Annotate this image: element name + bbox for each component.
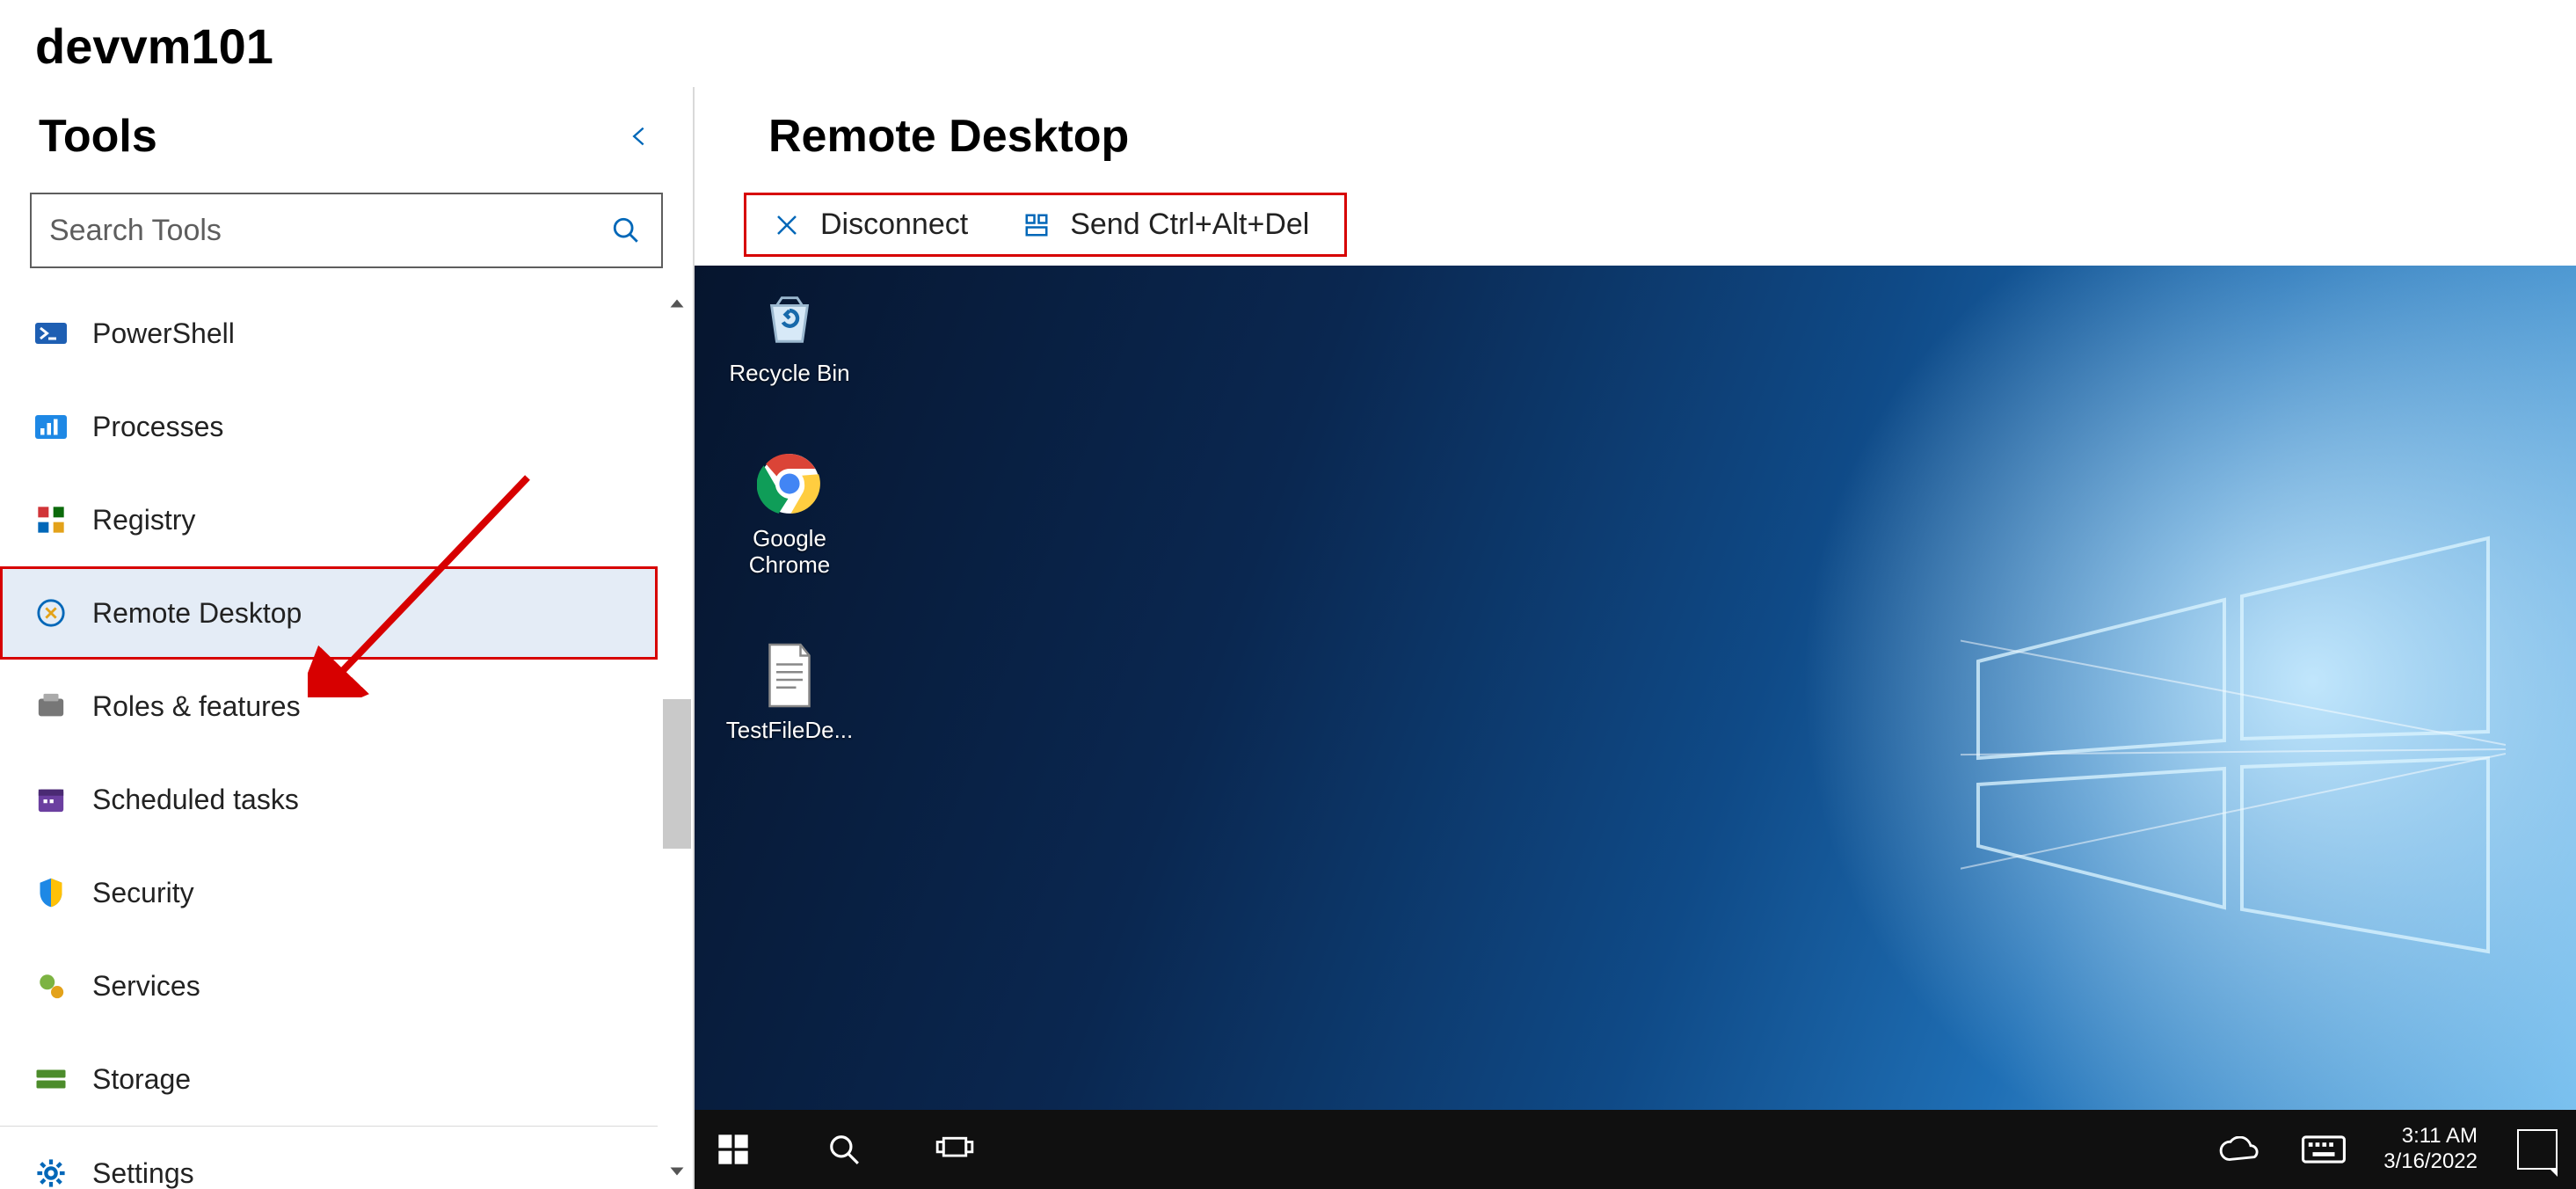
tools-heading: Tools (39, 110, 157, 163)
sidebar-item-label: Processes (92, 411, 223, 443)
disconnect-x-icon (771, 209, 803, 241)
sidebar-item-remote-desktop[interactable]: Remote Desktop (0, 566, 658, 660)
search-icon (827, 1133, 861, 1166)
sidebar-item-registry[interactable]: Registry (0, 473, 658, 566)
services-gear-icon (34, 969, 68, 1003)
security-shield-icon (34, 876, 68, 909)
taskbar-task-view-button[interactable] (930, 1125, 979, 1174)
settings-gear-icon (34, 1156, 68, 1189)
sidebar-item-label: Remote Desktop (92, 597, 302, 630)
sidebar-item-label: Security (92, 877, 194, 909)
main-heading: Remote Desktop (695, 87, 2576, 193)
desktop-icon-label: GoogleChrome (749, 526, 830, 579)
sidebar-item-label: Settings (92, 1157, 194, 1189)
tray-onedrive-button[interactable] (2215, 1125, 2264, 1174)
tools-list: PowerShell Processes (0, 286, 658, 1189)
disconnect-button[interactable]: Disconnect (771, 208, 968, 242)
scrollbar-down-icon[interactable] (661, 1154, 693, 1189)
tray-keyboard-button[interactable] (2299, 1125, 2348, 1174)
remote-desktop-icon-grid: Recycle Bin (719, 283, 860, 744)
registry-icon (34, 503, 68, 536)
scheduled-tasks-icon (34, 783, 68, 816)
storage-icon (34, 1062, 68, 1096)
roles-features-icon (34, 689, 68, 723)
sidebar-item-label: Registry (92, 504, 195, 536)
page-title: devvm101 (0, 0, 2576, 87)
tools-sidebar: Tools (0, 87, 695, 1189)
notifications-icon (2517, 1129, 2558, 1170)
tools-scroll-area: PowerShell Processes (0, 286, 693, 1189)
tools-scrollbar[interactable] (661, 286, 693, 1189)
search-icon (608, 213, 644, 248)
sidebar-item-security[interactable]: Security (0, 846, 658, 939)
task-view-icon (935, 1134, 974, 1164)
send-ctrl-alt-del-button[interactable]: Send Ctrl+Alt+Del (1021, 208, 1309, 242)
collapse-sidebar-button[interactable] (624, 121, 654, 151)
sidebar-item-powershell[interactable]: PowerShell (0, 287, 658, 380)
taskbar-search-button[interactable] (819, 1125, 869, 1174)
sidebar-item-settings[interactable]: Settings (0, 1127, 658, 1189)
desktop-icon-label: Recycle Bin (729, 361, 849, 387)
sidebar-item-label: Services (92, 970, 200, 1003)
sidebar-item-label: PowerShell (92, 317, 235, 350)
sidebar-item-roles-features[interactable]: Roles & features (0, 660, 658, 753)
desktop-icon-google-chrome[interactable]: GoogleChrome (719, 449, 860, 579)
chrome-icon (754, 449, 825, 519)
taskbar-start-button[interactable] (709, 1125, 758, 1174)
cloud-icon (2219, 1136, 2259, 1163)
sidebar-item-services[interactable]: Services (0, 939, 658, 1032)
taskbar-time: 3:11 AM (2402, 1124, 2478, 1149)
sidebar-item-label: Scheduled tasks (92, 784, 299, 816)
sidebar-item-storage[interactable]: Storage (0, 1032, 658, 1126)
sidebar-item-label: Roles & features (92, 690, 301, 723)
remote-taskbar: 3:11 AM 3/16/2022 (695, 1110, 2576, 1189)
text-file-icon (754, 640, 825, 711)
send-cad-icon (1021, 209, 1052, 241)
desktop-icon-test-file[interactable]: TestFileDe... (719, 640, 860, 744)
disconnect-label: Disconnect (820, 208, 968, 242)
windows-light-glyph-icon (1961, 529, 2506, 969)
windows-start-icon (716, 1132, 751, 1167)
send-cad-label: Send Ctrl+Alt+Del (1070, 208, 1309, 242)
taskbar-notifications-button[interactable] (2513, 1125, 2562, 1174)
sidebar-item-label: Storage (92, 1063, 191, 1096)
sidebar-item-scheduled-tasks[interactable]: Scheduled tasks (0, 753, 658, 846)
tools-search-input[interactable] (49, 214, 608, 248)
keyboard-icon (2302, 1135, 2346, 1163)
sidebar-item-processes[interactable]: Processes (0, 380, 658, 473)
tools-search[interactable] (30, 193, 663, 268)
remote-desktop-action-bar: Disconnect Send Ctrl+Alt+Del (744, 193, 1347, 257)
taskbar-clock[interactable]: 3:11 AM 3/16/2022 (2383, 1124, 2478, 1175)
recycle-bin-icon (754, 283, 825, 354)
scrollbar-thumb[interactable] (663, 699, 691, 849)
remote-desktop-viewport[interactable]: Recycle Bin (695, 266, 2576, 1189)
processes-icon (34, 410, 68, 443)
taskbar-date: 3/16/2022 (2383, 1149, 2478, 1175)
desktop-icon-label: TestFileDe... (726, 718, 854, 744)
powershell-icon (34, 317, 68, 350)
remote-desktop-icon (34, 596, 68, 630)
desktop-icon-recycle-bin[interactable]: Recycle Bin (719, 283, 860, 387)
scrollbar-up-icon[interactable] (661, 286, 693, 321)
main-panel: Remote Desktop Disconnect (695, 87, 2576, 1189)
